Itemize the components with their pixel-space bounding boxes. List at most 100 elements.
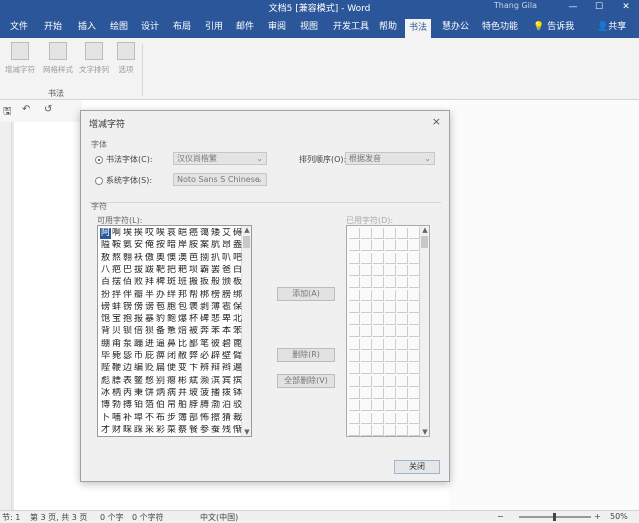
char-cell[interactable]: 般 [210,277,221,288]
char-cell[interactable]: 帛 [166,400,177,411]
char-cell[interactable]: 比 [177,339,188,350]
char-cell[interactable]: 币 [133,351,144,362]
char-cell[interactable]: 驳 [232,400,243,411]
char-cell[interactable]: 稗 [155,277,166,288]
char-cell[interactable]: 扮 [100,290,111,301]
char-cell[interactable]: 百 [100,277,111,288]
tab-design[interactable]: 设计 [137,18,163,36]
scroll-up-icon[interactable]: ▲ [420,226,430,234]
maximize-button[interactable]: ☐ [586,0,612,14]
char-cell[interactable]: 半 [144,290,155,301]
char-cell[interactable]: 滨 [210,376,221,387]
char-cell[interactable]: 皑 [177,228,188,239]
char-cell[interactable]: 伯 [155,400,166,411]
sort-order-select[interactable]: 根据发音 ⌄ [345,152,435,165]
char-cell[interactable]: 弊 [188,351,199,362]
char-cell[interactable]: 渤 [210,400,221,411]
char-cell[interactable]: 按 [155,240,166,251]
char-cell[interactable]: 狈 [144,326,155,337]
save-icon[interactable]: 🖫 [3,104,12,121]
tab-references[interactable]: 引用 [201,18,227,36]
char-cell[interactable]: 碑 [199,314,210,325]
char-cell[interactable]: 彩 [155,425,166,436]
zoom-level[interactable]: 50% [610,512,628,521]
scroll-thumb[interactable] [243,236,250,248]
char-cell[interactable]: 薄 [210,302,221,313]
char-cell[interactable]: 肮 [210,240,221,251]
char-cell[interactable]: 钵 [232,388,243,399]
char-cell[interactable]: 哺 [111,413,122,424]
tab-review[interactable]: 审阅 [264,18,290,36]
char-cell[interactable]: 炳 [155,388,166,399]
char-cell[interactable]: 爆 [177,314,188,325]
char-cell[interactable]: 搏 [122,400,133,411]
char-cell[interactable]: 哀 [166,228,177,239]
char-cell[interactable]: 陛 [100,363,111,374]
text-arrange-button[interactable]: 文字排列 [76,42,112,82]
char-cell[interactable]: 巴 [122,265,133,276]
char-cell[interactable]: 泊 [221,400,232,411]
char-cell[interactable]: 敝 [177,351,188,362]
status-page[interactable]: 第 3 页, 共 3 页 [30,512,87,523]
char-cell[interactable]: 必 [199,351,210,362]
char-cell[interactable]: 才 [100,425,111,436]
char-cell[interactable]: 胺 [188,240,199,251]
char-cell[interactable]: 敖 [100,253,111,264]
char-cell[interactable]: 瘪 [166,376,177,387]
char-cell[interactable]: 睬 [122,425,133,436]
char-cell[interactable]: 卞 [188,363,199,374]
char-cell[interactable]: 贬 [144,363,155,374]
char-cell[interactable]: 菠 [199,388,210,399]
char-cell[interactable]: 榜 [210,290,221,301]
tab-view[interactable]: 视图 [296,18,322,36]
char-cell[interactable]: 暗 [166,240,177,251]
char-cell[interactable]: 罢 [210,265,221,276]
user-name[interactable]: Thang Gila [494,1,537,10]
scroll-down-icon[interactable]: ▼ [420,428,430,436]
char-cell[interactable]: 扁 [155,363,166,374]
char-cell[interactable]: 采 [144,425,155,436]
char-cell[interactable]: 报 [133,314,144,325]
char-cell[interactable]: 菜 [166,425,177,436]
char-cell[interactable]: 翱 [122,253,133,264]
char-cell[interactable]: 钡 [122,326,133,337]
char-cell[interactable]: 逼 [155,339,166,350]
char-cell[interactable]: 哎 [144,228,155,239]
char-cell[interactable]: 辩 [210,363,221,374]
char-cell[interactable]: 遍 [232,363,243,374]
char-cell[interactable]: 编 [133,363,144,374]
char-cell[interactable]: 班 [177,277,188,288]
char-cell[interactable]: 膀 [221,290,232,301]
char-cell[interactable]: 坝 [188,265,199,276]
char-cell[interactable]: 八 [100,265,111,276]
char-cell[interactable]: 惭 [232,425,243,436]
char-cell[interactable]: 唉 [155,228,166,239]
char-cell[interactable]: 笨 [232,326,243,337]
char-cell[interactable]: 岸 [177,240,188,251]
char-cell[interactable]: 背 [100,326,111,337]
char-cell[interactable]: 埠 [133,413,144,424]
char-cell[interactable]: 袄 [133,253,144,264]
char-cell[interactable]: 濒 [199,376,210,387]
char-cell[interactable]: 鞍 [111,240,122,251]
char-cell[interactable]: 并 [177,388,188,399]
zoom-slider-handle[interactable] [553,513,556,521]
system-font-radio[interactable]: 系统字体(S): [95,175,152,186]
char-cell[interactable]: 镑 [122,302,133,313]
char-cell[interactable]: 碧 [221,339,232,350]
char-cell[interactable]: 悲 [210,314,221,325]
char-cell[interactable]: 爸 [221,265,232,276]
char-cell[interactable]: 扳 [199,277,210,288]
char-cell[interactable]: 饱 [100,314,111,325]
char-cell[interactable]: 搬 [188,277,199,288]
char-cell[interactable]: 脖 [188,400,199,411]
char-cell[interactable]: 柄 [111,388,122,399]
char-cell[interactable]: 秉 [133,388,144,399]
char-cell[interactable]: 闭 [166,351,177,362]
char-cell[interactable]: 埃 [122,228,133,239]
char-cell[interactable]: 壁 [221,351,232,362]
scroll-up-icon[interactable]: ▲ [242,226,252,234]
char-cell[interactable]: 安 [133,240,144,251]
char-cell[interactable]: 霸 [199,265,210,276]
char-cell[interactable]: 败 [133,277,144,288]
